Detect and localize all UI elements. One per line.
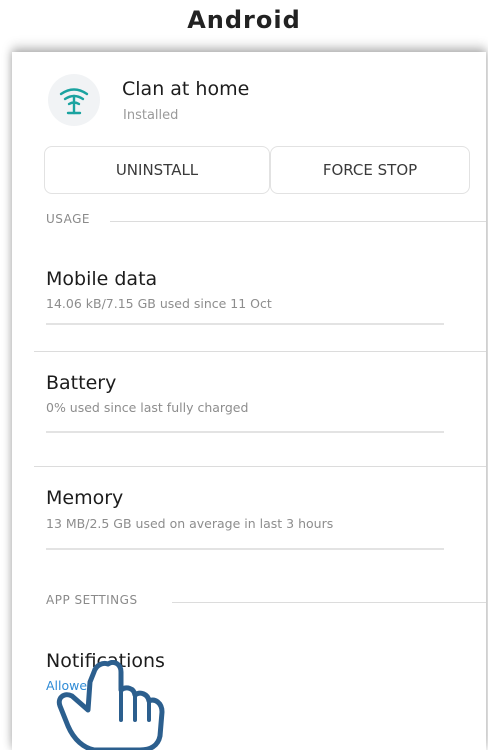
section-divider: [172, 602, 486, 603]
phone-screen: Clan at home Installed UNINSTALL FORCE S…: [12, 52, 486, 750]
section-header-app-settings: APP SETTINGS: [46, 593, 138, 607]
row-title: Memory: [46, 487, 124, 509]
uninstall-button[interactable]: UNINSTALL: [44, 146, 270, 194]
row-divider: [46, 323, 444, 325]
app-name: Clan at home: [122, 78, 250, 100]
section-divider: [34, 351, 486, 352]
app-icon: [48, 74, 100, 126]
row-divider: [46, 431, 444, 433]
page-title: Android: [187, 6, 301, 34]
row-subtitle: 13 MB/2.5 GB used on average in last 3 h…: [46, 516, 334, 531]
section-divider: [110, 221, 486, 222]
pointing-hand-icon: [56, 660, 165, 750]
wifi-antenna-icon: [59, 88, 89, 115]
row-title: Battery: [46, 372, 117, 394]
row-title: Mobile data: [46, 268, 158, 290]
row-subtitle: 0% used since last fully charged: [46, 400, 249, 415]
section-divider: [34, 466, 486, 467]
row-subtitle: 14.06 kB/7.15 GB used since 11 Oct: [46, 296, 272, 311]
force-stop-button[interactable]: FORCE STOP: [270, 146, 470, 194]
row-divider: [46, 548, 444, 550]
app-status: Installed: [123, 108, 179, 123]
section-header-usage: USAGE: [46, 212, 91, 226]
